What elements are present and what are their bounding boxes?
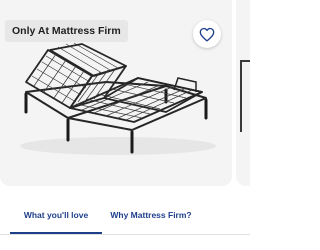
product-image-card[interactable]: Only At Mattress Firm xyxy=(0,0,232,186)
heart-icon xyxy=(199,27,215,41)
tab-what-youll-love[interactable]: What you'll love xyxy=(10,196,102,234)
tabs-divider xyxy=(0,234,250,235)
tab-why-mattress-firm[interactable]: Why Mattress Firm? xyxy=(105,196,197,234)
exclusive-badge: Only At Mattress Firm xyxy=(5,20,128,42)
product-image xyxy=(20,42,216,155)
next-product-card[interactable] xyxy=(236,0,250,186)
product-page: Only At Mattress Firm What you'll love W… xyxy=(0,0,250,250)
next-product-image xyxy=(240,60,250,132)
product-tabs: What you'll love Why Mattress Firm? xyxy=(0,196,250,236)
